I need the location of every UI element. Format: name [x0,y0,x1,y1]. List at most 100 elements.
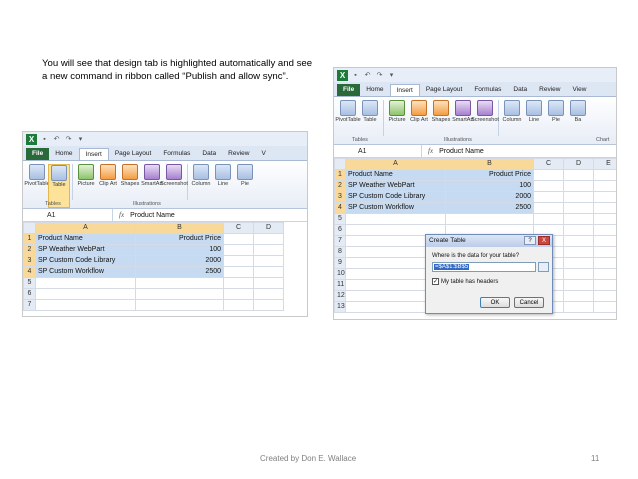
tab-page-layout[interactable]: Page Layout [420,84,469,96]
column-header-c[interactable]: C [223,222,254,234]
row-header[interactable]: 11 [334,279,346,291]
row-header[interactable]: 5 [23,277,36,289]
pie-button[interactable]: Pie [545,100,567,144]
cell[interactable]: Product Name [35,233,136,245]
clip-art-button[interactable]: Clip Art [408,100,430,144]
row-header[interactable]: 6 [334,224,346,236]
headers-checkbox-row[interactable]: ✓ My table has headers [432,278,552,285]
row-header[interactable]: 7 [334,235,346,247]
tab-data[interactable]: Data [507,84,533,96]
tab-formulas[interactable]: Formulas [468,84,507,96]
cell[interactable]: 100 [445,180,534,192]
cell[interactable] [345,213,446,225]
column-header-a[interactable]: A [35,222,136,234]
tab-file[interactable]: File [26,148,50,160]
column-button[interactable]: Column [190,164,212,208]
tab-page-layout[interactable]: Page Layout [109,148,158,160]
cell[interactable]: Product Name [345,169,446,181]
column-header-d[interactable]: D [563,158,594,170]
cell[interactable] [223,299,254,311]
cell[interactable] [223,277,254,289]
line-button[interactable]: Line [523,100,545,144]
tab-home[interactable]: Home [49,148,78,160]
cell[interactable] [593,180,616,192]
customize-qat-icon[interactable]: ▾ [387,71,396,80]
cell[interactable]: SP Custom Code Library [35,255,136,267]
row-header[interactable]: 4 [334,202,346,214]
cell[interactable] [223,233,254,245]
tab-insert[interactable]: Insert [389,84,420,96]
cell[interactable] [593,301,616,313]
cell[interactable] [533,180,564,192]
select-all-corner[interactable] [23,222,36,234]
column-header-b[interactable]: B [445,158,534,170]
column-button[interactable]: Column [501,100,523,144]
tab-insert[interactable]: Insert [78,148,109,160]
redo-icon[interactable]: ↷ [375,71,384,80]
cell[interactable]: SP Custom Workflow [35,266,136,278]
cell[interactable] [35,288,136,300]
cell[interactable] [563,202,594,214]
cell[interactable] [253,244,284,256]
cell[interactable]: 2000 [445,191,534,203]
row-header[interactable]: 1 [334,169,346,181]
cell[interactable]: 2500 [445,202,534,214]
cell[interactable] [445,213,534,225]
column-header-a[interactable]: A [345,158,446,170]
cell[interactable] [593,169,616,181]
cell[interactable] [563,268,594,280]
tab-file[interactable]: File [337,84,361,96]
cell[interactable] [563,279,594,291]
cell[interactable] [563,180,594,192]
ok-button[interactable]: OK [480,297,510,308]
cell[interactable] [253,233,284,245]
dialog-close-button[interactable]: X [538,236,550,245]
cell[interactable] [563,191,594,203]
cell[interactable] [563,235,594,247]
cell[interactable] [593,290,616,302]
row-header[interactable]: 4 [23,266,36,278]
tab-v[interactable]: V [255,148,271,160]
cell[interactable] [563,169,594,181]
cell[interactable] [593,213,616,225]
tab-data[interactable]: Data [196,148,222,160]
tab-view[interactable]: View [566,84,592,96]
redo-icon[interactable]: ↷ [64,135,73,144]
undo-icon[interactable]: ↶ [363,71,372,80]
cancel-button[interactable]: Cancel [514,297,544,308]
cell[interactable] [563,290,594,302]
cell[interactable] [563,257,594,269]
screenshot-button[interactable]: Screenshot [160,164,188,208]
cell[interactable] [563,301,594,313]
fx-icon[interactable]: fx [422,147,439,155]
ba-button[interactable]: Ba [567,100,589,144]
save-icon[interactable]: ▪ [40,135,49,144]
range-input[interactable]: =$A$1:$B$5 [432,262,549,272]
cell[interactable] [223,288,254,300]
cell[interactable] [253,299,284,311]
cell[interactable] [533,169,564,181]
cell[interactable] [223,244,254,256]
cell[interactable]: 100 [135,244,224,256]
pie-button[interactable]: Pie [234,164,256,208]
row-header[interactable]: 3 [334,191,346,203]
formula-input[interactable]: Product Name [130,212,175,219]
cell[interactable]: Product Price [445,169,534,181]
cell[interactable] [223,255,254,267]
cell[interactable] [223,266,254,278]
range-picker-icon[interactable] [538,262,549,272]
picture-button[interactable]: Picture [386,100,408,144]
cell[interactable] [533,191,564,203]
select-all-corner[interactable] [334,158,346,170]
cell[interactable]: SP Custom Workflow [345,202,446,214]
tab-review[interactable]: Review [222,148,255,160]
cell[interactable] [135,288,224,300]
row-header[interactable]: 7 [23,299,36,311]
row-header[interactable]: 9 [334,257,346,269]
cell[interactable] [135,277,224,289]
row-header[interactable]: 5 [334,213,346,225]
name-box[interactable]: A1 [23,209,113,221]
undo-icon[interactable]: ↶ [52,135,61,144]
cell[interactable] [563,224,594,236]
cell[interactable]: SP Custom Code Library [345,191,446,203]
